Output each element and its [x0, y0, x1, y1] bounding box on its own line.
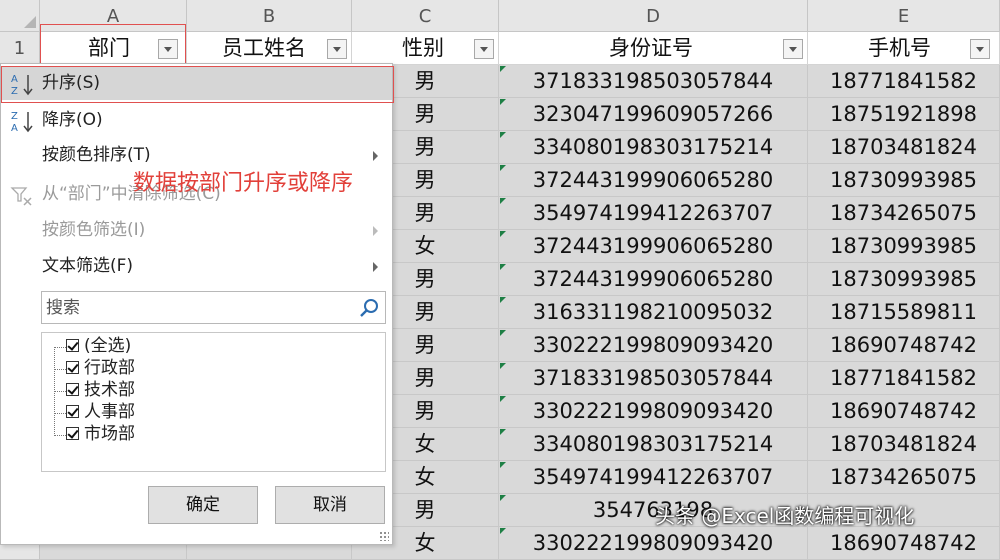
table-cell[interactable]: 18703481824 — [808, 131, 1000, 164]
highlight-department-header — [40, 24, 186, 65]
checkbox-label: 技术部 — [84, 380, 135, 400]
table-cell[interactable]: 334080198303175214 — [499, 428, 808, 461]
filter-dropdown-button[interactable] — [783, 39, 803, 59]
menu-label: 文本筛选(F) — [42, 256, 134, 276]
menu-label: 按颜色筛选(I) — [42, 220, 146, 240]
table-cell[interactable]: 372443199906065280 — [499, 263, 808, 296]
resize-grip-icon[interactable] — [379, 531, 389, 541]
table-cell[interactable]: 18751921898 — [808, 98, 1000, 131]
table-cell[interactable]: 371833198503057844 — [499, 362, 808, 395]
watermark: 头条 @Excel函数编程可视化 — [655, 504, 915, 528]
table-cell[interactable]: 354974199412263707 — [499, 461, 808, 494]
highlight-sort-ascending — [1, 66, 394, 103]
table-cell[interactable]: 18715589811 — [808, 296, 1000, 329]
table-cell[interactable]: 330222199809093420 — [499, 329, 808, 362]
search-icon[interactable] — [358, 297, 380, 319]
tree-line — [54, 435, 66, 436]
filter-dropdown-button[interactable] — [327, 39, 347, 59]
cancel-button[interactable]: 取消 — [275, 486, 385, 524]
checkbox-checked[interactable] — [66, 427, 79, 440]
table-cell[interactable]: 18734265075 — [808, 197, 1000, 230]
table-cell[interactable]: 18690748742 — [808, 329, 1000, 362]
header-cell-gender[interactable]: 性别 — [352, 32, 499, 65]
table-cell[interactable]: 18730993985 — [808, 164, 1000, 197]
table-cell[interactable]: 323047199609057266 — [499, 98, 808, 131]
checkbox-checked[interactable] — [66, 361, 79, 374]
column-header-b[interactable]: B — [187, 0, 352, 32]
clear-filter-icon — [10, 187, 32, 206]
table-cell[interactable]: 316331198210095032 — [499, 296, 808, 329]
tree-line — [54, 369, 66, 370]
column-header-d[interactable]: D — [499, 0, 808, 32]
table-cell[interactable]: 18690748742 — [808, 527, 1000, 560]
table-cell[interactable]: 18771841582 — [808, 65, 1000, 98]
header-text-gender: 性别 — [402, 36, 444, 60]
table-cell[interactable]: 18703481824 — [808, 428, 1000, 461]
menu-item-filter-by-color: 按颜色筛选(I) — [2, 214, 392, 247]
column-header-c[interactable]: C — [352, 0, 499, 32]
tree-line — [54, 391, 66, 392]
table-cell[interactable]: 354974199412263707 — [499, 197, 808, 230]
column-header-e[interactable]: E — [808, 0, 1000, 32]
table-cell[interactable]: 372443199906065280 — [499, 230, 808, 263]
filter-dropdown-menu: A Z 升序(S) Z A 降序(O) 按颜色排序(T) 从“部门”中清除筛选(… — [0, 63, 393, 545]
checkbox-label: 行政部 — [84, 358, 135, 378]
svg-text:Z: Z — [11, 111, 18, 122]
table-cell[interactable]: 372443199906065280 — [499, 164, 808, 197]
header-text-id-number: 身份证号 — [609, 36, 693, 60]
filter-dropdown-button[interactable] — [970, 39, 990, 59]
filter-value-list: (全选) 行政部 技术部 人事部 市场部 — [41, 332, 386, 472]
table-cell[interactable]: 18730993985 — [808, 263, 1000, 296]
select-all-corner[interactable] — [0, 0, 40, 32]
checkbox-label: 人事部 — [84, 402, 135, 422]
tree-line — [54, 413, 66, 414]
menu-label: 降序(O) — [42, 110, 103, 130]
header-text-phone: 手机号 — [868, 36, 931, 60]
header-text-employee-name: 员工姓名 — [222, 36, 306, 60]
row-header-1[interactable]: 1 — [0, 32, 40, 65]
table-cell[interactable]: 18690748742 — [808, 395, 1000, 428]
sort-descending-icon: Z A — [11, 111, 33, 134]
table-cell[interactable]: 18734265075 — [808, 461, 1000, 494]
search-input[interactable] — [44, 296, 348, 320]
checkbox-label: (全选) — [84, 336, 132, 356]
table-cell[interactable]: 371833198503057844 — [499, 65, 808, 98]
filter-dropdown-button[interactable] — [474, 39, 494, 59]
header-cell-id-number[interactable]: 身份证号 — [499, 32, 808, 65]
table-cell[interactable]: 334080198303175214 — [499, 131, 808, 164]
checkbox-checked[interactable] — [66, 405, 79, 418]
menu-item-sort-descending[interactable]: Z A 降序(O) — [2, 104, 392, 137]
tree-line — [54, 347, 66, 348]
submenu-arrow-icon — [373, 262, 378, 272]
checkbox-checked[interactable] — [66, 339, 79, 352]
search-box[interactable] — [41, 291, 386, 324]
svg-text:A: A — [11, 123, 18, 134]
ok-button[interactable]: 确定 — [148, 486, 258, 524]
table-cell[interactable]: 330222199809093420 — [499, 527, 808, 560]
header-cell-employee-name[interactable]: 员工姓名 — [187, 32, 352, 65]
submenu-arrow-icon — [373, 226, 378, 236]
checkbox-label: 市场部 — [84, 424, 135, 444]
checkbox-checked[interactable] — [66, 383, 79, 396]
table-cell[interactable]: 18730993985 — [808, 230, 1000, 263]
annotation-text: 数据按部门升序或降序 — [133, 171, 354, 196]
table-cell[interactable]: 330222199809093420 — [499, 395, 808, 428]
submenu-arrow-icon — [373, 151, 378, 161]
table-cell[interactable]: 18771841582 — [808, 362, 1000, 395]
header-cell-phone[interactable]: 手机号 — [808, 32, 1000, 65]
menu-item-text-filter[interactable]: 文本筛选(F) — [2, 250, 392, 283]
